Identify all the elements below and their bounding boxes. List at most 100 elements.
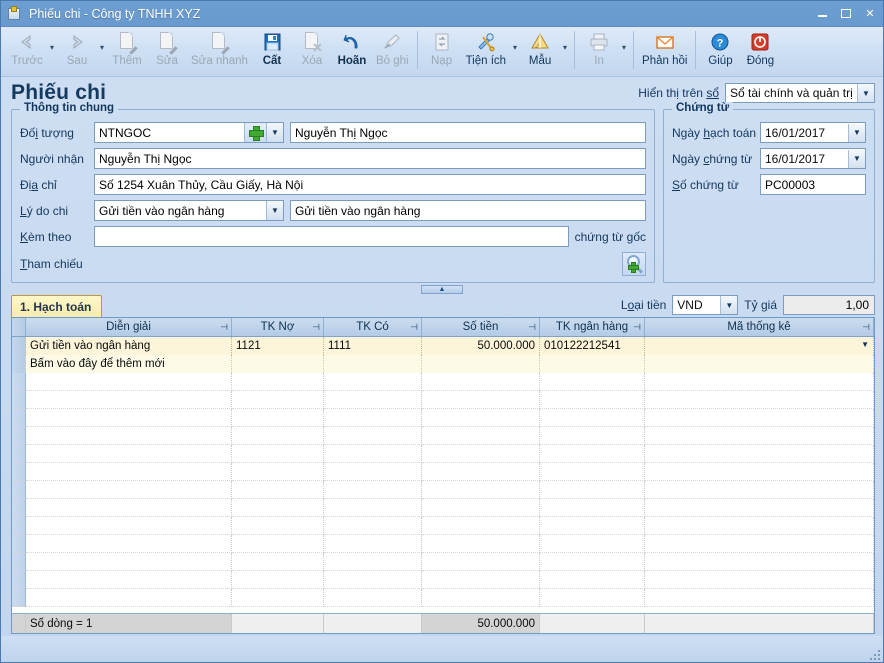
- calendar-chevron-icon[interactable]: ▼: [848, 123, 865, 142]
- voucher-no-input[interactable]: PC00003: [760, 174, 866, 195]
- empty-row[interactable]: [12, 391, 874, 409]
- plus-icon: [249, 126, 264, 141]
- toolbar-caret-in[interactable]: ▾: [619, 43, 629, 52]
- column-header-dien-giai[interactable]: Diễn giải ⊣: [26, 318, 232, 336]
- pin-icon[interactable]: ⊣: [528, 322, 536, 333]
- reason-text-input[interactable]: Gửi tiền vào ngân hàng: [290, 200, 646, 221]
- toolbar-button-truoc[interactable]: Trước: [7, 29, 47, 75]
- attach-label: Kèm theo: [20, 229, 72, 244]
- chevron-down-icon[interactable]: ▼: [720, 296, 738, 314]
- toolbar-label: Sau: [66, 55, 88, 67]
- pin-icon[interactable]: ⊣: [410, 322, 418, 333]
- pin-icon[interactable]: ⊣: [312, 322, 320, 333]
- toolbar-button-bo-ghi[interactable]: Bỏ ghi: [372, 29, 413, 75]
- receiver-input[interactable]: Nguyễn Thị Ngọc: [94, 148, 646, 169]
- tab-label: 1. Hạch toán: [20, 299, 92, 314]
- empty-row[interactable]: [12, 481, 874, 499]
- empty-row[interactable]: [12, 499, 874, 517]
- toolbar-button-dong[interactable]: Đóng: [740, 29, 780, 75]
- add-object-button[interactable]: [244, 123, 266, 142]
- collapse-chevron-up-icon[interactable]: ▲: [421, 285, 463, 294]
- currency-type-select[interactable]: VND ▼: [672, 295, 739, 315]
- column-header-ma-thong-ke[interactable]: Mã thống kê ⊣: [645, 318, 874, 336]
- empty-row[interactable]: [12, 373, 874, 391]
- attach-input[interactable]: [94, 226, 569, 247]
- address-input[interactable]: Số 1254 Xuân Thủy, Cầu Giấy, Hà Nội: [94, 174, 646, 195]
- object-name-input[interactable]: Nguyễn Thị Ngọc: [290, 122, 646, 143]
- empty-row[interactable]: [12, 535, 874, 553]
- cell-so-tien[interactable]: 50.000.000: [422, 337, 540, 355]
- calendar-chevron-icon[interactable]: ▼: [848, 149, 865, 168]
- field-row-tham-chieu: Tham chiếu: [20, 252, 646, 276]
- column-header-so-tien[interactable]: Số tiền ⊣: [422, 318, 540, 336]
- toolbar-button-in[interactable]: In: [579, 29, 619, 75]
- add-new-row-hint[interactable]: Bấm vào đây để thêm mới: [26, 355, 232, 373]
- chevron-down-icon[interactable]: ▼: [861, 340, 869, 349]
- column-header-tk-co[interactable]: TK Có ⊣: [324, 318, 422, 336]
- toolbar-button-them[interactable]: Thêm: [107, 29, 147, 75]
- toolbar-caret-mau[interactable]: ▾: [560, 43, 570, 52]
- empty-row[interactable]: [12, 589, 874, 607]
- reference-lookup-button[interactable]: [622, 252, 646, 276]
- chevron-down-icon[interactable]: ▼: [266, 201, 283, 220]
- toolbar-caret-truoc[interactable]: ▾: [47, 43, 57, 52]
- column-header-tk-ngan-hang[interactable]: TK ngân hàng ⊣: [540, 318, 645, 336]
- pin-icon[interactable]: ⊣: [220, 322, 228, 333]
- minimize-button[interactable]: [811, 4, 833, 24]
- field-row-ngay-hach-toan: Ngày hạch toán 16/01/2017 ▼: [672, 122, 866, 143]
- main-toolbar: Trước ▾ Sau ▾ Thêm Sửa Sửa nhanh Cất Xóa…: [1, 27, 883, 77]
- currency-bar: Loại tiền VND ▼ Tỷ giá 1,00: [621, 295, 875, 317]
- receiver-label: Người nhận: [20, 151, 84, 166]
- toolbar-button-nap[interactable]: Nạp: [422, 29, 462, 75]
- toolbar-button-giup[interactable]: ? Giúp: [700, 29, 740, 75]
- field-row-ly-do-chi: Lý do chi Gửi tiền vào ngân hàng ▼ Gửi t…: [20, 200, 646, 221]
- cell-tk-no[interactable]: 1121: [232, 337, 324, 355]
- empty-row[interactable]: [12, 427, 874, 445]
- page-content: Phiếu chi Hiển thị trên sổ Sổ tài chính …: [1, 77, 883, 636]
- toolbar-button-sau[interactable]: Sau: [57, 29, 97, 75]
- toolbar-button-phan-hoi[interactable]: Phản hồi: [638, 29, 691, 75]
- chevron-down-icon[interactable]: ▼: [266, 123, 283, 142]
- toolbar-button-xoa[interactable]: Xóa: [292, 29, 332, 75]
- toolbar-button-tien-ich[interactable]: Tiện ích: [462, 29, 510, 75]
- pin-icon[interactable]: ⊣: [862, 322, 870, 333]
- row-selector[interactable]: [12, 355, 26, 373]
- add-new-row[interactable]: Bấm vào đây để thêm mới: [12, 355, 874, 373]
- empty-row[interactable]: [12, 445, 874, 463]
- toolbar-caret-tien-ich[interactable]: ▾: [510, 43, 520, 52]
- cell-dien-giai[interactable]: Gửi tiền vào ngân hàng: [26, 337, 232, 355]
- object-code-combo[interactable]: NTNGOC ▼: [94, 122, 284, 143]
- display-book-select[interactable]: Sổ tài chính và quản trị ▼: [725, 83, 875, 103]
- tab-hach-toan[interactable]: 1. Hạch toán: [11, 295, 103, 317]
- field-row-so-chung-tu: Số chứng từ PC00003: [672, 174, 866, 195]
- toolbar-caret-sau[interactable]: ▾: [97, 43, 107, 52]
- close-icon[interactable]: ✕: [859, 4, 881, 24]
- row-selector[interactable]: [12, 337, 26, 355]
- resize-grip-icon[interactable]: [868, 648, 880, 660]
- toolbar-button-cat[interactable]: Cất: [252, 29, 292, 75]
- empty-row[interactable]: [12, 463, 874, 481]
- maximize-button[interactable]: [835, 4, 857, 24]
- toolbar-button-hoan[interactable]: Hoãn: [332, 29, 372, 75]
- pin-icon[interactable]: ⊣: [633, 322, 641, 333]
- cell-tk-co[interactable]: 1111: [324, 337, 422, 355]
- column-header-tk-no[interactable]: TK Nợ ⊣: [232, 318, 324, 336]
- toolbar-separator-3: [633, 31, 635, 69]
- table-row[interactable]: Gửi tiền vào ngân hàng 1121 1111 50.000.…: [12, 337, 874, 355]
- toolbar-button-sua-nhanh[interactable]: Sửa nhanh: [187, 29, 252, 75]
- voucher-date-picker[interactable]: 16/01/2017 ▼: [760, 148, 866, 169]
- toolbar-button-sua[interactable]: Sửa: [147, 29, 187, 75]
- cell-tk-ngan-hang[interactable]: 010122212541: [540, 337, 645, 355]
- toolbar-separator-2: [574, 31, 576, 69]
- chevron-down-icon[interactable]: ▼: [857, 84, 874, 102]
- reason-code-combo[interactable]: Gửi tiền vào ngân hàng ▼: [94, 200, 284, 221]
- toolbar-button-mau[interactable]: Mẫu: [520, 29, 560, 75]
- empty-row[interactable]: [12, 571, 874, 589]
- title-bar: Phiếu chi - Công ty TNHH XYZ ✕: [1, 1, 883, 27]
- empty-row[interactable]: [12, 409, 874, 427]
- display-book-value: Sổ tài chính và quản trị: [730, 86, 853, 100]
- posting-date-picker[interactable]: 16/01/2017 ▼: [760, 122, 866, 143]
- empty-row[interactable]: [12, 517, 874, 535]
- cell-ma-thong-ke[interactable]: ▼: [645, 337, 874, 355]
- empty-row[interactable]: [12, 553, 874, 571]
